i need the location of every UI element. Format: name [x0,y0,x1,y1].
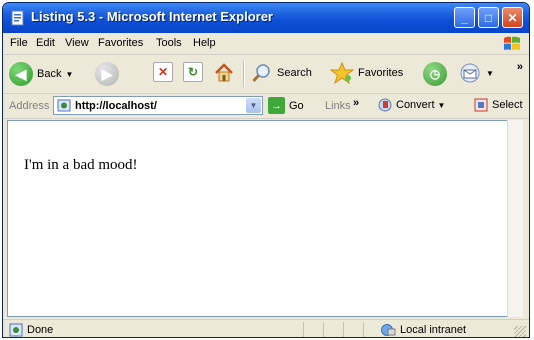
address-dropdown-button[interactable]: ▼ [246,98,261,113]
status-divider [303,322,304,337]
refresh-icon: ↻ [183,62,203,82]
mail-button[interactable]: ▼ [458,62,494,84]
stop-button[interactable]: ✕ [153,62,173,82]
close-icon: ✕ [507,10,518,25]
address-bar: Address http://localhost/ ▼ → Go Links »… [3,94,529,119]
menu-bar: File Edit View Favorites Tools Help [3,33,529,55]
resize-grip-icon[interactable] [514,326,526,337]
page-content[interactable]: I'm in a bad mood! [7,120,512,317]
history-icon: ◷ [423,62,447,86]
page-icon [57,99,71,112]
address-input[interactable]: http://localhost/ ▼ [53,96,263,115]
forward-button[interactable]: ▶ [95,62,119,86]
vertical-scrollbar[interactable] [507,120,523,317]
favorites-button[interactable]: Favorites [330,62,403,84]
select-label: Select [492,99,523,111]
status-divider [363,322,364,337]
status-done: Done [9,323,53,337]
convert-button[interactable]: Convert ▼ [377,97,445,113]
toolbar-separator [243,61,245,87]
links-label[interactable]: Links [325,100,351,112]
convert-label: Convert [396,99,435,111]
chevron-down-icon: ▼ [486,68,494,78]
close-button[interactable]: ✕ [502,7,523,28]
toolbar: ◀ Back ▼ ▶ ✕ ↻ Search Favorites ◷ ▼ » [3,55,529,94]
windows-logo-icon [504,36,520,50]
refresh-button[interactable]: ↻ [183,62,203,82]
search-label: Search [277,67,312,79]
back-arrow-icon: ◀ [9,62,33,86]
select-button[interactable]: Select [473,97,523,113]
go-label: Go [289,99,304,112]
window-title: Listing 5.3 - Microsoft Internet Explore… [31,9,273,24]
convert-icon [378,98,392,112]
page-done-icon [9,323,23,337]
minimize-button[interactable]: _ [454,7,475,28]
zone-label: Local intranet [400,324,467,336]
select-icon [474,98,488,112]
forward-arrow-icon: ▶ [95,62,119,86]
search-icon [252,64,270,83]
history-button[interactable]: ◷ [423,62,447,86]
home-icon [215,63,233,82]
minimize-icon: _ [461,10,468,25]
address-label: Address [9,100,50,112]
search-button[interactable]: Search [251,62,312,84]
menu-tools[interactable]: Tools [156,37,182,49]
mail-icon [460,63,480,83]
status-text: Done [27,324,54,336]
intranet-icon [381,324,396,336]
toolbar-overflow-chevron[interactable]: » [517,61,523,73]
go-button[interactable]: → Go [268,97,304,114]
links-overflow-chevron[interactable]: » [353,97,359,109]
favorites-label: Favorites [358,67,404,79]
maximize-button[interactable]: □ [478,7,499,28]
back-button[interactable]: ◀ Back ▼ [9,62,73,86]
favorites-star-icon [330,62,354,84]
page-icon [11,10,24,26]
address-value: http://localhost/ [75,100,157,112]
menu-file[interactable]: File [10,37,28,49]
security-zone[interactable]: Local intranet [380,323,466,337]
chevron-down-icon: ▼ [65,69,74,79]
title-bar[interactable]: Listing 5.3 - Microsoft Internet Explore… [3,3,529,33]
menu-help[interactable]: Help [193,37,216,49]
page-text: I'm in a bad mood! [24,157,138,173]
stop-icon: ✕ [153,62,173,82]
chevron-down-icon: ▼ [249,101,258,110]
maximize-icon: □ [484,10,493,25]
chevron-down-icon: ▼ [437,100,446,110]
menu-favorites[interactable]: Favorites [98,37,143,49]
status-bar: Done Local intranet [3,319,529,337]
home-button[interactable] [213,62,235,84]
menu-view[interactable]: View [65,37,89,49]
back-label: Back [37,68,62,80]
browser-window: Listing 5.3 - Microsoft Internet Explore… [2,2,530,338]
go-arrow-icon: → [268,97,285,114]
status-divider [323,322,324,337]
menu-edit[interactable]: Edit [36,37,55,49]
status-divider [343,322,344,337]
